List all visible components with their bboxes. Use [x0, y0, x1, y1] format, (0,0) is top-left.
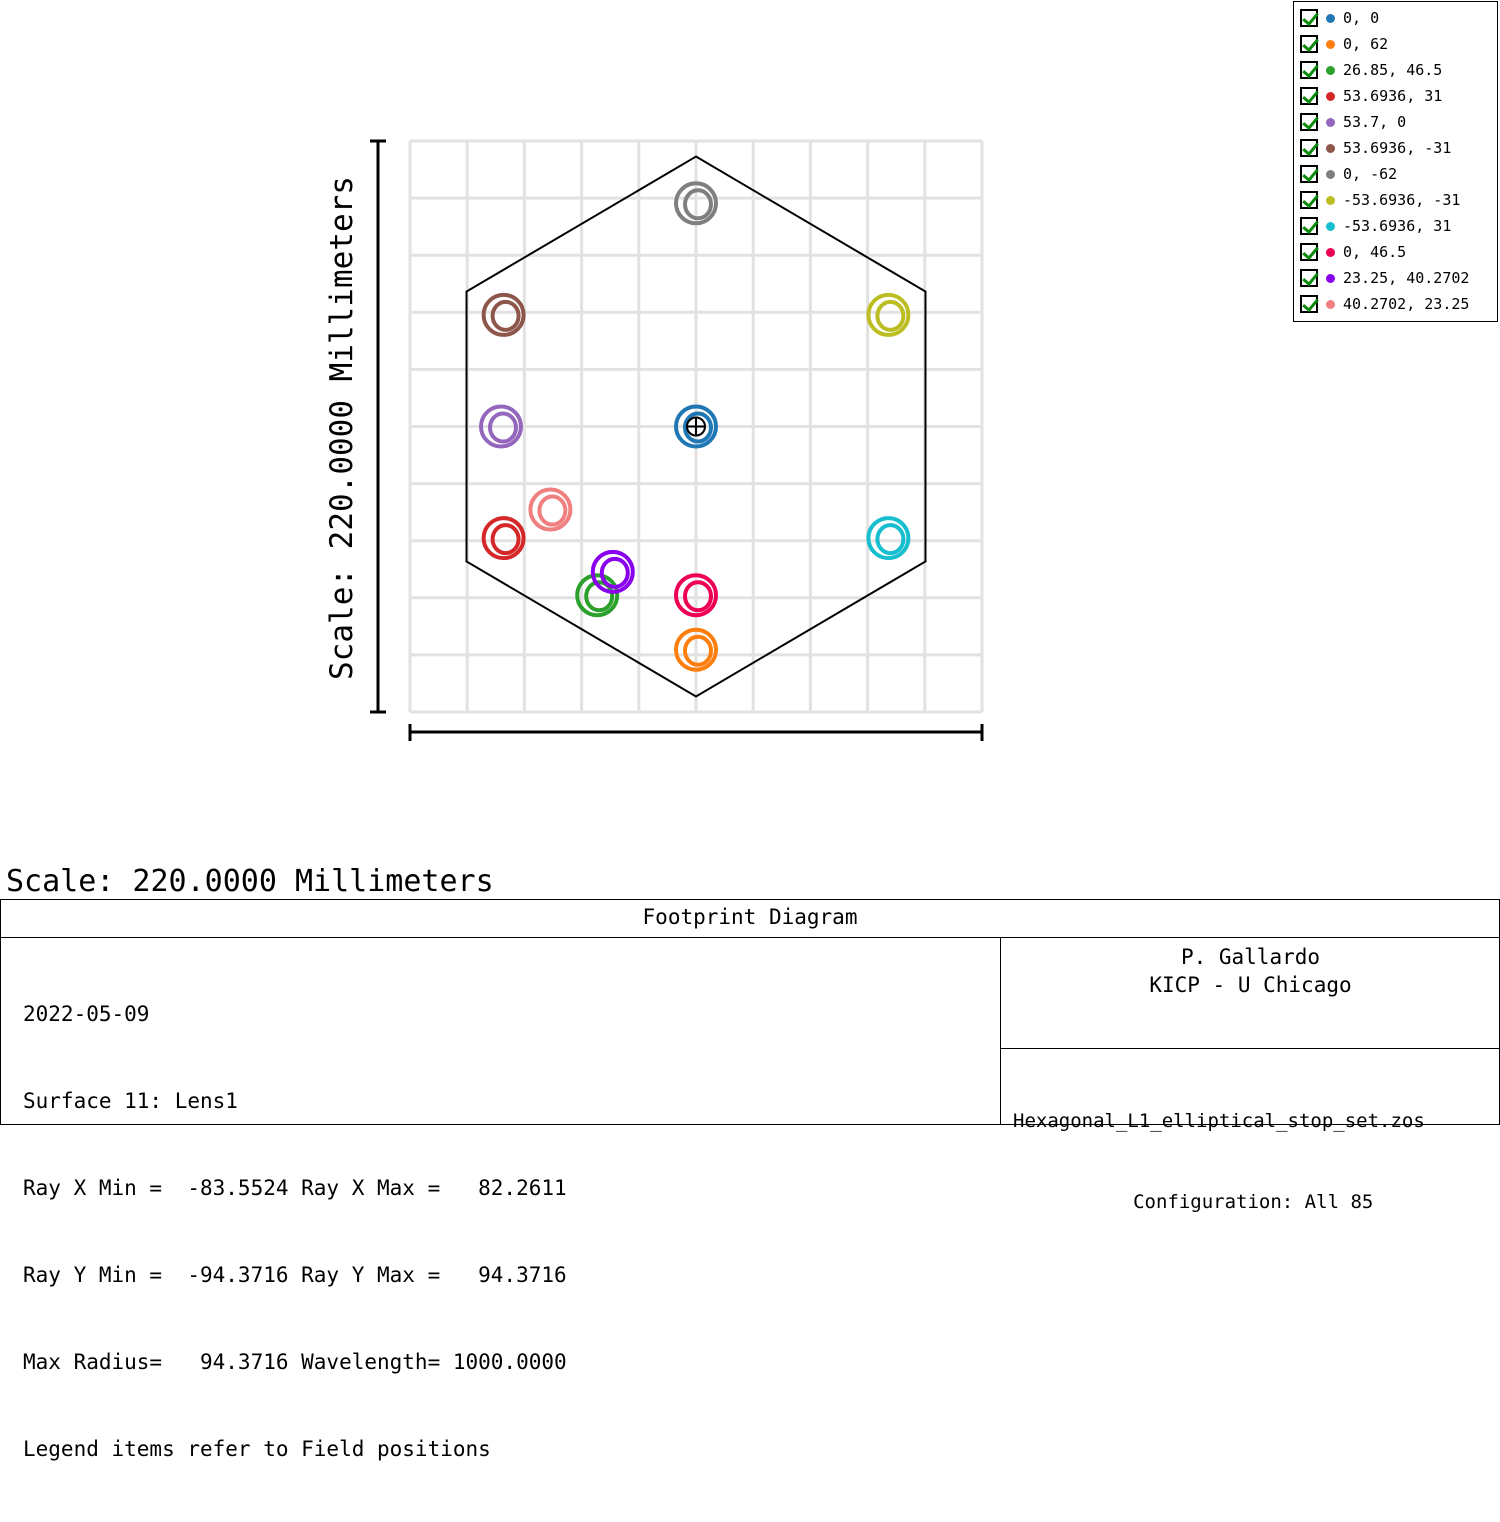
- legend-label: 0, 0: [1343, 9, 1380, 27]
- legend-label: 40.2702, 23.25: [1343, 295, 1470, 313]
- legend-checkbox[interactable]: [1300, 269, 1318, 287]
- info-ray-y: Ray Y Min = -94.3716 Ray Y Max = 94.3716: [23, 1263, 567, 1287]
- legend-label: 23.25, 40.2702: [1343, 269, 1470, 287]
- legend-label: 26.85, 46.5: [1343, 61, 1443, 79]
- legend-dot-icon: [1326, 91, 1335, 101]
- legend-item[interactable]: 53.7, 0: [1300, 110, 1406, 134]
- legend-item[interactable]: 53.6936, 31: [1300, 84, 1442, 108]
- legend-label: -53.6936, 31: [1343, 217, 1452, 235]
- file-panel: Hexagonal_L1_elliptical_stop_set.zos Con…: [1001, 1048, 1500, 1213]
- legend-dot-icon: [1326, 195, 1335, 205]
- info-radius-wavelength: Max Radius= 94.3716 Wavelength= 1000.000…: [23, 1350, 567, 1374]
- legend-item[interactable]: 23.25, 40.2702: [1300, 266, 1469, 290]
- legend-label: 0, 62: [1343, 35, 1389, 53]
- info-ray-x: Ray X Min = -83.5524 Ray X Max = 82.2611: [23, 1176, 567, 1200]
- legend-checkbox[interactable]: [1300, 35, 1318, 53]
- legend-dot-icon: [1326, 117, 1335, 127]
- legend-checkbox[interactable]: [1300, 113, 1318, 131]
- diagram-title: Footprint Diagram: [1, 900, 1499, 938]
- legend-checkbox[interactable]: [1300, 9, 1318, 27]
- legend-checkbox[interactable]: [1300, 217, 1318, 235]
- file-name: Hexagonal_L1_elliptical_stop_set.zos: [1013, 1110, 1425, 1132]
- legend-label: 0, 46.5: [1343, 243, 1407, 261]
- legend-checkbox[interactable]: [1300, 243, 1318, 261]
- legend-dot-icon: [1326, 65, 1335, 75]
- legend-item[interactable]: -53.6936, -31: [1300, 188, 1460, 212]
- legend-checkbox[interactable]: [1300, 165, 1318, 183]
- footprint-inner: [490, 523, 521, 556]
- legend-label: 53.7, 0: [1343, 113, 1407, 131]
- author-org: KICP - U Chicago: [1149, 973, 1352, 997]
- legend-label: 0, -62: [1343, 165, 1398, 183]
- info-block: 2022-05-09 Surface 11: Lens1 Ray X Min =…: [23, 942, 567, 1522]
- legend-dot-icon: [1326, 13, 1335, 23]
- legend-checkbox[interactable]: [1300, 295, 1318, 313]
- legend-dot-icon: [1326, 299, 1335, 309]
- legend-item[interactable]: 0, 0: [1300, 6, 1379, 30]
- legend-item[interactable]: -53.6936, 31: [1300, 214, 1451, 238]
- info-date: 2022-05-09: [23, 1002, 150, 1026]
- legend-item[interactable]: 0, 62: [1300, 32, 1388, 56]
- legend-item[interactable]: 26.85, 46.5: [1300, 58, 1442, 82]
- footprint-inner: [683, 580, 713, 613]
- author-block: P. Gallardo KICP - U Chicago: [1001, 943, 1500, 999]
- legend-checkbox[interactable]: [1300, 191, 1318, 209]
- legend-dot-icon: [1326, 143, 1335, 153]
- legend-checkbox[interactable]: [1300, 61, 1318, 79]
- legend-dot-icon: [1326, 221, 1335, 231]
- footprint-inner: [537, 494, 568, 527]
- info-legend-note: Legend items refer to Field positions: [23, 1437, 491, 1461]
- legend-dot-icon: [1326, 39, 1335, 49]
- legend-dot-icon: [1326, 169, 1335, 179]
- vertical-scale-label: Scale: 220.0000 Millimeters: [324, 176, 360, 680]
- footprint-inner: [683, 634, 713, 667]
- info-surface: Surface 11: Lens1: [23, 1089, 238, 1113]
- legend-item[interactable]: 0, -62: [1300, 162, 1397, 186]
- legend-item[interactable]: 40.2702, 23.25: [1300, 292, 1469, 316]
- author-name: P. Gallardo: [1180, 945, 1321, 969]
- legend: 0, 0 0, 62 26.85, 46.5 53.6936, 31 53.7, 0 53…: [1293, 1, 1498, 322]
- footer-panel: Footprint Diagram 2022-05-09 Surface 11:…: [0, 899, 1500, 1461]
- footprint-inner: [875, 523, 906, 556]
- legend-label: -53.6936, -31: [1343, 191, 1461, 209]
- footprint-plot: [370, 139, 984, 741]
- legend-dot-icon: [1326, 273, 1335, 283]
- footprint-inner: [683, 188, 713, 221]
- scale-label: Scale: 220.0000 Millimeters: [6, 864, 494, 899]
- legend-checkbox[interactable]: [1300, 139, 1318, 157]
- legend-label: 53.6936, -31: [1343, 139, 1452, 157]
- legend-dot-icon: [1326, 247, 1335, 257]
- configuration: Configuration: All 85: [1064, 1191, 1374, 1213]
- legend-item[interactable]: 0, 46.5: [1300, 240, 1406, 264]
- legend-item[interactable]: 53.6936, -31: [1300, 136, 1451, 160]
- author-panel: P. Gallardo KICP - U Chicago Hexagonal_L…: [1000, 937, 1500, 1213]
- footprint-inner: [490, 299, 521, 332]
- legend-label: 53.6936, 31: [1343, 87, 1443, 105]
- footprint-inner: [875, 299, 906, 332]
- legend-checkbox[interactable]: [1300, 87, 1318, 105]
- file-info: Hexagonal_L1_elliptical_stop_set.zos Con…: [1013, 1054, 1425, 1270]
